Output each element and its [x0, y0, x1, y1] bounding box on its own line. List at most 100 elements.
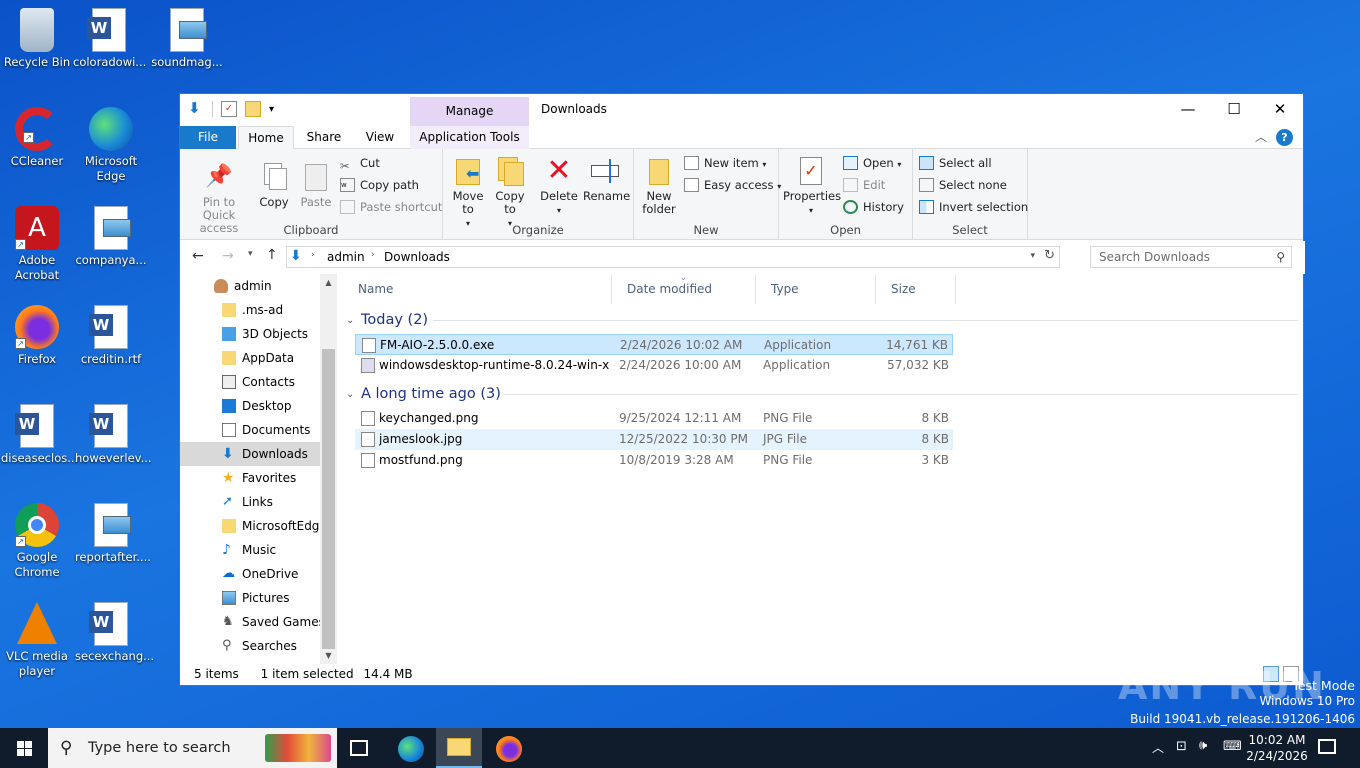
column-header-size[interactable]: Size [876, 274, 956, 304]
column-header-name[interactable]: Name [343, 274, 612, 304]
search-input[interactable]: Search Downloads ⚲ [1090, 246, 1292, 268]
table-row[interactable]: keychanged.png 9/25/2024 12:11 AM PNG File… [355, 408, 953, 429]
desktop-icon-reportafter[interactable]: reportafter.... [75, 503, 151, 565]
qat-dropdown-icon[interactable]: ▾ [269, 104, 274, 115]
nav-item-downloads[interactable]: ⬇ Downloads [180, 442, 337, 466]
rename-button[interactable]: Rename [583, 155, 630, 203]
column-header-date-modified[interactable]: Date modified ⌄ [612, 273, 756, 304]
table-row[interactable]: jameslook.jpg 12/25/2022 10:30 PM JPG File… [355, 429, 953, 450]
nav-item-links[interactable]: ➚ Links [180, 490, 337, 514]
address-dropdown-icon[interactable]: ▾ [1030, 251, 1035, 261]
nav-scrollbar[interactable]: ▲ ▼ [320, 274, 337, 664]
nav-item-documents[interactable]: Documents [180, 418, 337, 442]
taskbar-file-explorer-button[interactable] [436, 728, 482, 768]
copy-path-button[interactable]: w Copy path [340, 175, 419, 195]
desktop-icon-creditin[interactable]: creditin.rtf [75, 305, 147, 367]
desktop-icon-soundmag[interactable]: soundmag... [151, 8, 223, 70]
paste-button[interactable]: Paste [298, 161, 334, 209]
start-button[interactable] [0, 728, 48, 768]
new-item-button[interactable]: New item ▾ [684, 153, 766, 173]
nav-item-3d-objects[interactable]: 3D Objects [180, 322, 337, 346]
back-arrow-icon[interactable]: ← [192, 248, 204, 264]
clock[interactable]: 10:02 AM 2/24/2026 [1246, 732, 1308, 764]
paste-shortcut-button[interactable]: Paste shortcut [340, 197, 442, 217]
recent-locations-icon[interactable]: ▾ [248, 249, 253, 259]
group-header-long-time-ago[interactable]: ⌄ A long time ago (3) [343, 382, 1298, 407]
breadcrumb-admin[interactable]: admin [327, 250, 365, 264]
desktop-icon-acrobat[interactable]: A ↗ Adobe Acrobat [1, 206, 73, 283]
properties-qat-icon[interactable]: ✓ [221, 101, 237, 117]
collapse-ribbon-icon[interactable]: ︿ [1255, 128, 1267, 145]
nav-item-music[interactable]: ♪ Music [180, 538, 337, 562]
taskbar-edge-icon[interactable] [398, 736, 424, 762]
volume-icon[interactable]: 🕪 [1199, 738, 1207, 753]
task-view-icon[interactable] [350, 740, 368, 756]
table-row[interactable]: mostfund.png 10/8/2019 3:28 AM PNG File 3 K… [355, 450, 953, 471]
address-bar[interactable]: ⬇ › admin › Downloads ▾ ↻ [286, 246, 1060, 268]
up-arrow-icon[interactable]: ↑ [266, 247, 278, 263]
nav-item-pictures[interactable]: Pictures [180, 586, 337, 610]
scroll-down-icon[interactable]: ▼ [320, 647, 337, 664]
open-button[interactable]: Open ▾ [843, 153, 901, 173]
cut-button[interactable]: ✂ Cut [340, 153, 380, 173]
nav-item-searches[interactable]: ⚲ Searches [180, 634, 337, 658]
desktop-icon-ccleaner[interactable]: ↗ CCleaner [1, 107, 73, 169]
show-hidden-icons-chevron-icon[interactable]: ︿ [1152, 739, 1164, 756]
notifications-icon[interactable] [1318, 739, 1336, 754]
maximize-button[interactable]: ☐ [1211, 94, 1257, 124]
select-none-button[interactable]: Select none [919, 175, 1007, 195]
taskbar-search-box[interactable]: ⚲ Type here to search [48, 728, 337, 768]
desktop-icon-coloradowi[interactable]: coloradowi... [73, 8, 146, 70]
move-to-button[interactable]: ⬅ Move to ▾ [449, 155, 487, 230]
table-row[interactable]: windowsdesktop-runtime-8.0.24-win-x6... 2… [355, 355, 953, 376]
tab-application-tools[interactable]: Application Tools [410, 126, 529, 149]
edit-button[interactable]: Edit [843, 175, 885, 195]
nav-item-contacts[interactable]: Contacts [180, 370, 337, 394]
scroll-up-icon[interactable]: ▲ [320, 274, 337, 291]
tab-file[interactable]: File [180, 126, 236, 149]
table-row[interactable]: FM-AIO-2.5.0.0.exe 2/24/2026 10:02 AM Appl… [355, 334, 953, 355]
nav-item-onedrive[interactable]: ☁ OneDrive [180, 562, 337, 586]
easy-access-button[interactable]: Easy access ▾ [684, 175, 781, 195]
nav-item-admin[interactable]: admin [180, 274, 337, 298]
scroll-thumb[interactable] [322, 349, 335, 649]
history-button[interactable]: History [843, 197, 904, 217]
nav-item-appdata[interactable]: AppData [180, 346, 337, 370]
download-arrow-icon[interactable]: ⬇ [188, 101, 204, 117]
nav-item-desktop[interactable]: Desktop [180, 394, 337, 418]
properties-button[interactable]: ✓ Properties ▾ [783, 155, 841, 217]
desktop-icon-firefox[interactable]: ↗ Firefox [1, 305, 73, 367]
desktop-icon-edge[interactable]: Microsoft Edge [75, 107, 147, 184]
invert-selection-button[interactable]: Invert selection [919, 197, 1028, 217]
help-icon[interactable]: ? [1276, 129, 1293, 146]
tab-share[interactable]: Share [296, 126, 352, 149]
nav-item-microsoftedge[interactable]: MicrosoftEdge [180, 514, 337, 538]
desktop-icon-vlc[interactable]: VLC media player [1, 602, 73, 679]
column-header-type[interactable]: Type [756, 274, 876, 304]
forward-arrow-icon[interactable]: → [222, 248, 234, 264]
desktop-icon-companya[interactable]: companya... [75, 206, 147, 268]
tab-home[interactable]: Home [238, 126, 294, 150]
nav-item-saved-games[interactable]: ♞ Saved Games [180, 610, 337, 634]
network-icon[interactable]: ⊡ [1176, 739, 1187, 754]
taskbar-firefox-icon[interactable] [496, 736, 522, 762]
minimize-button[interactable]: — [1165, 94, 1211, 124]
desktop-icon-secexchang[interactable]: secexchang... [75, 602, 154, 664]
desktop-icon-recycle-bin[interactable]: Recycle Bin [1, 8, 73, 70]
new-folder-button[interactable]: New folder [638, 155, 680, 216]
group-header-today[interactable]: ⌄ Today (2) [343, 308, 1298, 333]
desktop-icon-chrome[interactable]: ↗ Google Chrome [1, 503, 73, 580]
tab-view[interactable]: View [352, 126, 408, 149]
breadcrumb-downloads[interactable]: Downloads [384, 250, 450, 264]
close-button[interactable]: ✕ [1257, 94, 1303, 124]
copy-button[interactable]: Copy [256, 161, 292, 209]
delete-button[interactable]: ✕ Delete ▾ [539, 155, 579, 217]
refresh-icon[interactable]: ↻ [1044, 248, 1055, 263]
desktop-icon-diseaseclos[interactable]: diseaseclos... [1, 404, 78, 466]
desktop-icon-howeverlev[interactable]: howeverlev... [75, 404, 152, 466]
select-all-button[interactable]: Select all [919, 153, 992, 173]
input-indicator-icon[interactable]: ⌨ [1223, 739, 1242, 754]
copy-to-button[interactable]: Copy to ▾ [491, 155, 529, 230]
new-folder-qat-icon[interactable] [245, 101, 261, 117]
nav-item-favorites[interactable]: ★ Favorites [180, 466, 337, 490]
